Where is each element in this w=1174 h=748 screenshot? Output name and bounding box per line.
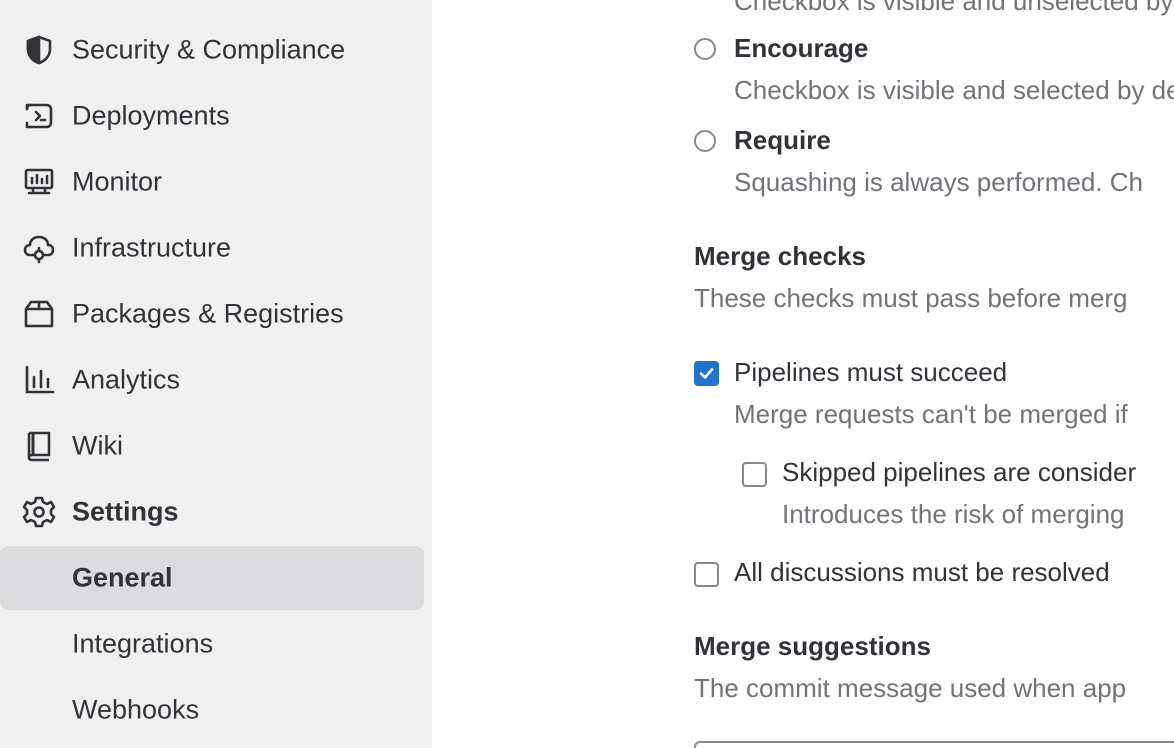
merge-suggestions-template-input[interactable] bbox=[694, 741, 1174, 748]
sidebar-item-label: Monitor bbox=[72, 166, 163, 197]
merge-checks-title: Merge checks bbox=[694, 241, 866, 271]
skipped-pipelines-desc: Introduces the risk of merging bbox=[782, 499, 1125, 529]
sidebar-item-settings[interactable]: Settings bbox=[0, 480, 424, 544]
sidebar-item-infrastructure[interactable]: Infrastructure bbox=[0, 216, 424, 280]
check-icon bbox=[699, 368, 714, 379]
sidebar-item-wiki[interactable]: Wiki bbox=[0, 414, 424, 478]
sidebar-subitem-webhooks[interactable]: Webhooks bbox=[0, 678, 424, 742]
sidebar-item-label: Analytics bbox=[72, 364, 181, 395]
cloud-gear-icon bbox=[22, 231, 56, 265]
sidebar-item-label: Wiki bbox=[72, 430, 123, 461]
app-window: Security & Compliance Deployments Monito… bbox=[0, 0, 1174, 748]
radio-require[interactable] bbox=[694, 130, 716, 152]
gear-icon bbox=[22, 495, 56, 529]
sidebar-item-deployments[interactable]: Deployments bbox=[0, 84, 424, 148]
sidebar-item-monitor[interactable]: Monitor bbox=[0, 150, 424, 214]
sidebar-item-label: Settings bbox=[72, 496, 179, 527]
chart-icon bbox=[22, 363, 56, 397]
merge-suggestions-desc: The commit message used when app bbox=[694, 673, 1127, 703]
pipelines-must-succeed-checkbox[interactable] bbox=[694, 361, 719, 386]
settings-content: Checkbox is visible and unselected by de… bbox=[432, 0, 1174, 748]
radio-encourage-label[interactable]: Encourage bbox=[734, 35, 868, 61]
sidebar-item-label: Deployments bbox=[72, 100, 230, 131]
radio-require-desc: Squashing is always performed. Ch bbox=[734, 167, 1143, 197]
sidebar-subitem-general[interactable]: General bbox=[0, 546, 424, 610]
sidebar-item-packages-registries[interactable]: Packages & Registries bbox=[0, 282, 424, 346]
all-discussions-resolved-label[interactable]: All discussions must be resolved bbox=[734, 559, 1110, 585]
squash-option-desc: Checkbox is visible and unselected by de… bbox=[734, 0, 1174, 16]
sidebar-item-label: Security & Compliance bbox=[72, 34, 346, 65]
sidebar-item-security-compliance[interactable]: Security & Compliance bbox=[0, 18, 424, 82]
sidebar-item-label: Packages & Registries bbox=[72, 298, 344, 329]
sidebar-subitem-label: Integrations bbox=[72, 628, 214, 659]
merge-checks-desc: These checks must pass before merg bbox=[694, 283, 1128, 313]
sidebar-item-label: Infrastructure bbox=[72, 232, 232, 263]
merge-suggestions-title: Merge suggestions bbox=[694, 631, 931, 661]
monitor-icon bbox=[22, 165, 56, 199]
skipped-pipelines-label[interactable]: Skipped pipelines are consider bbox=[782, 459, 1136, 485]
shield-icon bbox=[22, 33, 56, 67]
all-discussions-resolved-checkbox[interactable] bbox=[694, 562, 719, 587]
radio-require-label[interactable]: Require bbox=[734, 127, 831, 153]
sidebar-item-analytics[interactable]: Analytics bbox=[0, 348, 424, 412]
sidebar-subitem-label: General bbox=[72, 562, 173, 593]
deployments-icon bbox=[22, 99, 56, 133]
radio-encourage-desc: Checkbox is visible and selected by defa… bbox=[734, 75, 1174, 105]
package-icon bbox=[22, 297, 56, 331]
sidebar-subitem-integrations[interactable]: Integrations bbox=[0, 612, 424, 676]
sidebar-subitem-label: Webhooks bbox=[72, 694, 200, 725]
sidebar: Security & Compliance Deployments Monito… bbox=[0, 0, 432, 748]
pipelines-must-succeed-label[interactable]: Pipelines must succeed bbox=[734, 359, 1007, 385]
skipped-pipelines-checkbox[interactable] bbox=[742, 462, 767, 487]
radio-encourage[interactable] bbox=[694, 38, 716, 60]
book-icon bbox=[22, 429, 56, 463]
pipelines-must-succeed-desc: Merge requests can't be merged if bbox=[734, 399, 1128, 429]
